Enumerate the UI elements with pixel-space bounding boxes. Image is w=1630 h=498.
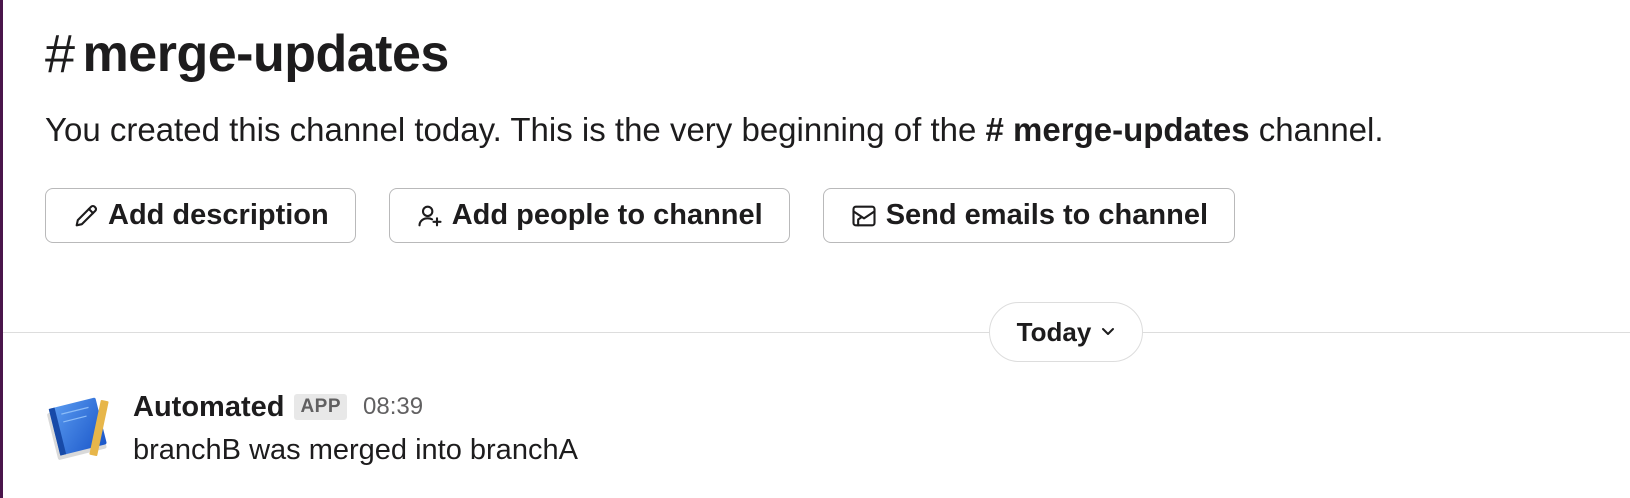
send-emails-label: Send emails to channel [885,199,1209,231]
channel-mention-link[interactable]: # merge-updates [986,111,1250,148]
channel-actions: Add description Add people to channel Se… [45,188,1236,243]
message-body: Automated APP 08:39 branchB was merged i… [133,388,578,470]
add-description-label: Add description [108,199,329,231]
email-inbox-icon [852,205,876,226]
channel-mention-name: merge-updates [1013,111,1250,148]
message-timestamp[interactable]: 08:39 [363,393,423,421]
app-badge: APP [294,394,348,420]
message-text: branchB was merged into branchA [133,434,578,466]
add-people-label: Add people to channel [451,199,763,231]
day-divider-line [3,332,1630,333]
add-description-button[interactable]: Add description [45,188,356,243]
channel-title: # merge-updates [45,22,449,86]
intro-suffix: channel. [1249,111,1384,148]
message-header: Automated APP 08:39 [133,388,578,426]
chevron-down-icon [1102,328,1115,335]
day-divider-button[interactable]: Today [989,302,1143,362]
blue-notebook-icon[interactable] [45,392,115,462]
channel-hash-icon: # [45,24,75,84]
add-user-icon [418,205,442,226]
sender-name[interactable]: Automated [133,391,284,424]
send-emails-button[interactable]: Send emails to channel [822,188,1236,243]
add-people-button[interactable]: Add people to channel [388,188,790,243]
pencil-icon [75,204,98,226]
channel-mention-hash-icon: # [985,111,1004,148]
channel-intro-text: You created this channel today. This is … [45,108,1384,152]
channel-view: # merge-updates You created this channel… [0,0,1630,498]
intro-prefix: You created this channel today. This is … [45,111,986,148]
channel-name: merge-updates [82,25,450,83]
day-divider-label: Today [1016,316,1092,347]
